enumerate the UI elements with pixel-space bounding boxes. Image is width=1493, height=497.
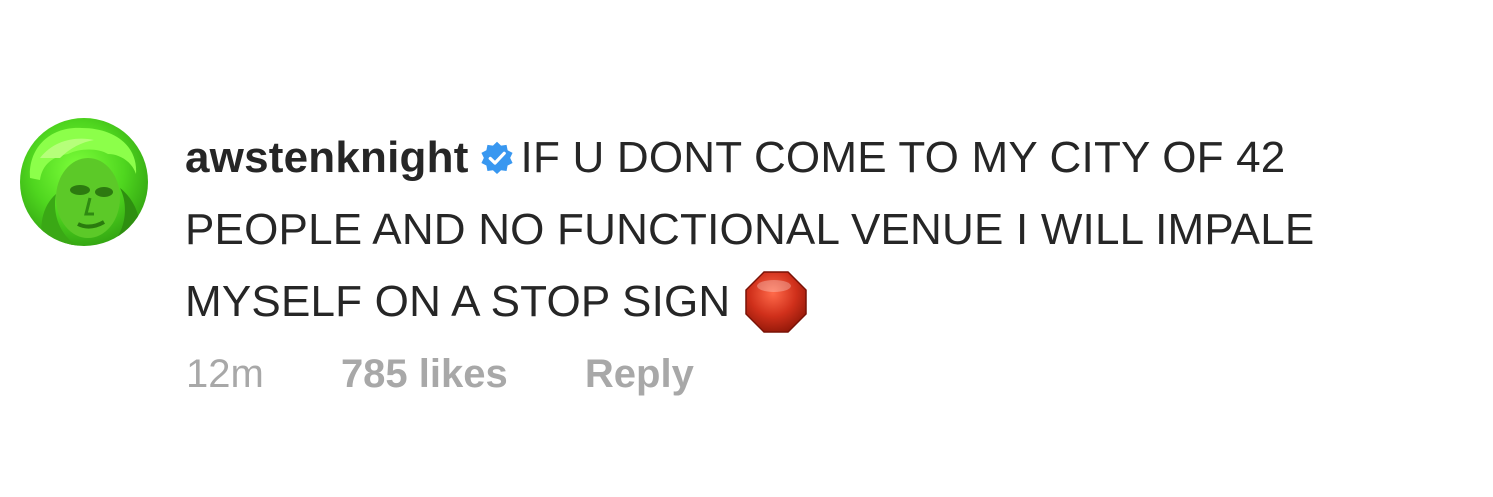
comment: awstenknight IF U DONT COME TO MY CITY O… [0, 0, 1493, 497]
stop-sign-icon [744, 270, 808, 334]
avatar[interactable] [20, 118, 148, 246]
likes-count-link[interactable]: 785 likes [341, 352, 508, 396]
verified-badge-icon [479, 126, 515, 175]
reply-button[interactable]: Reply [585, 352, 694, 396]
timestamp: 12m [186, 352, 264, 396]
avatar-image [29, 127, 141, 246]
comment-body: awstenknight IF U DONT COME TO MY CITY O… [185, 122, 1455, 338]
username-link[interactable]: awstenknight [185, 133, 469, 182]
comment-meta: 12m 785 likes Reply [186, 352, 760, 397]
